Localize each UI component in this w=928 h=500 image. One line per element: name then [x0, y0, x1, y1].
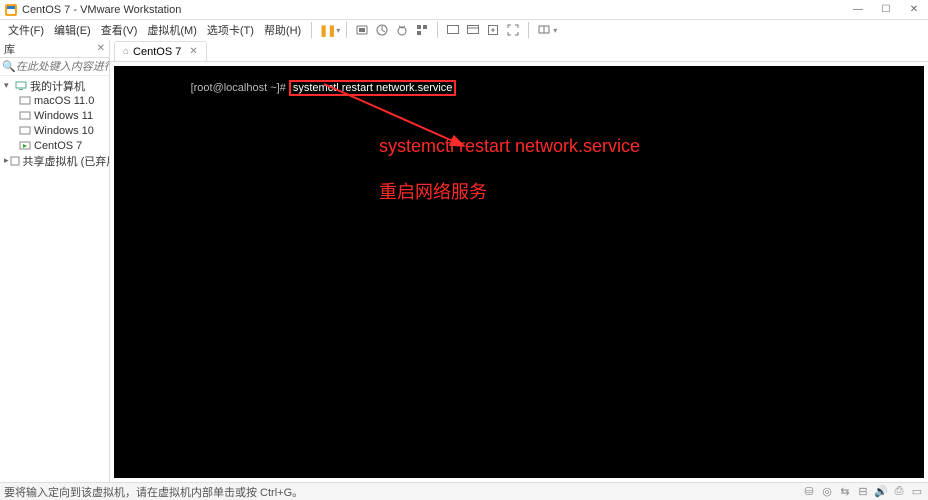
- menu-bar: 文件(F) 编辑(E) 查看(V) 虚拟机(M) 选项卡(T) 帮助(H) ❚❚…: [0, 20, 928, 40]
- terminal-line: [root@localhost ~]# systemctl restart ne…: [160, 70, 456, 106]
- status-icons: ⛁ ◎ ⇆ ⊟ 🔊 ⎙ ▭: [802, 485, 924, 498]
- title-bar: CentOS 7 - VMware Workstation ― ☐ ✕: [0, 0, 928, 20]
- device-cd-icon[interactable]: ◎: [820, 485, 834, 498]
- vm-icon: [18, 125, 32, 137]
- status-bar: 要将输入定向到该虚拟机，请在虚拟机内部单击或按 Ctrl+G。 ⛁ ◎ ⇆ ⊟ …: [0, 482, 928, 500]
- sidebar-tree: ▾ 我的计算机 macOS 11.0 Windows 11 Windows 10…: [0, 76, 109, 170]
- toolbar-separator: [528, 22, 529, 38]
- dropdown-icon[interactable]: ▾: [553, 26, 557, 35]
- status-text: 要将输入定向到该虚拟机，请在虚拟机内部单击或按 Ctrl+G。: [4, 484, 303, 500]
- tree-node-my-computer[interactable]: ▾ 我的计算机: [0, 78, 109, 93]
- tree-label: CentOS 7: [34, 140, 82, 152]
- device-printer-icon[interactable]: ⎙: [892, 485, 906, 498]
- menu-file[interactable]: 文件(F): [4, 20, 48, 40]
- sidebar-title: 库: [4, 41, 15, 57]
- home-icon: ⌂: [123, 46, 129, 57]
- tree-label: Windows 11: [34, 110, 93, 122]
- device-disk-icon[interactable]: ⛁: [802, 485, 816, 498]
- device-usb-icon[interactable]: ⊟: [856, 485, 870, 498]
- device-network-icon[interactable]: ⇆: [838, 485, 852, 498]
- dropdown-icon[interactable]: ▾: [336, 26, 340, 35]
- main-area: 库 ✕ 🔍 ▾ ▾ 我的计算机 macOS 11.0 Windows 11: [0, 40, 928, 482]
- send-ctrl-alt-del-icon[interactable]: [353, 21, 371, 39]
- stretch-icon[interactable]: [484, 21, 502, 39]
- terminal-container: [root@localhost ~]# systemctl restart ne…: [110, 62, 928, 482]
- tree-node-vm[interactable]: Windows 10: [0, 123, 109, 138]
- tab-centos7[interactable]: ⌂ CentOS 7 ✕: [114, 41, 207, 61]
- tree-label: Windows 10: [34, 125, 94, 137]
- content-area: ⌂ CentOS 7 ✕ [root@localhost ~]# systemc…: [110, 40, 928, 482]
- toolbar-separator: [346, 22, 347, 38]
- sidebar-close-icon[interactable]: ✕: [97, 43, 105, 54]
- menu-tabs[interactable]: 选项卡(T): [203, 20, 258, 40]
- device-display-icon[interactable]: ▭: [910, 485, 924, 498]
- computer-icon: [14, 80, 28, 92]
- vm-running-icon: [18, 140, 32, 152]
- tree-label: 共享虚拟机 (已弃用): [23, 153, 109, 169]
- tree-node-vm[interactable]: CentOS 7: [0, 138, 109, 153]
- terminal[interactable]: [root@localhost ~]# systemctl restart ne…: [114, 66, 924, 478]
- shared-icon: [9, 155, 21, 167]
- tree-label: macOS 11.0: [34, 95, 94, 107]
- tree-node-vm[interactable]: Windows 11: [0, 108, 109, 123]
- expand-icon[interactable]: ▾: [4, 80, 14, 91]
- annotation-text-1: systemctl restart network.service: [379, 136, 640, 157]
- unity-icon[interactable]: [464, 21, 482, 39]
- terminal-prompt: [root@localhost ~]#: [191, 82, 286, 94]
- search-icon: 🔍: [2, 60, 16, 73]
- thumbnail-icon[interactable]: [535, 21, 553, 39]
- vm-icon: [18, 110, 32, 122]
- vm-icon: [18, 95, 32, 107]
- toolbar-separator: [437, 22, 438, 38]
- minimize-button[interactable]: ―: [844, 0, 872, 20]
- maximize-button[interactable]: ☐: [872, 0, 900, 20]
- tree-node-shared[interactable]: ▸ 共享虚拟机 (已弃用): [0, 153, 109, 168]
- device-sound-icon[interactable]: 🔊: [874, 485, 888, 498]
- console-view-icon[interactable]: [444, 21, 462, 39]
- sidebar-search: 🔍 ▾: [0, 58, 109, 76]
- menu-view[interactable]: 查看(V): [97, 20, 142, 40]
- pause-icon[interactable]: ❚❚: [318, 21, 336, 39]
- toolbar-separator: [311, 22, 312, 38]
- tree-node-vm[interactable]: macOS 11.0: [0, 93, 109, 108]
- fullscreen-icon[interactable]: [504, 21, 522, 39]
- menu-edit[interactable]: 编辑(E): [50, 20, 95, 40]
- sidebar-header: 库 ✕: [0, 40, 109, 58]
- window-title: CentOS 7 - VMware Workstation: [22, 4, 844, 16]
- tab-label: CentOS 7: [133, 46, 181, 58]
- close-button[interactable]: ✕: [900, 0, 928, 20]
- menu-help[interactable]: 帮助(H): [260, 20, 305, 40]
- sidebar: 库 ✕ 🔍 ▾ ▾ 我的计算机 macOS 11.0 Windows 11: [0, 40, 110, 482]
- menu-vm[interactable]: 虚拟机(M): [143, 20, 201, 40]
- tab-strip: ⌂ CentOS 7 ✕: [110, 40, 928, 62]
- manage-icon[interactable]: [413, 21, 431, 39]
- tab-close-icon[interactable]: ✕: [189, 46, 197, 57]
- app-icon: [4, 3, 18, 17]
- annotation-text-2: 重启网络服务: [379, 178, 487, 204]
- terminal-command: systemctl restart network.service: [289, 80, 457, 96]
- tree-label: 我的计算机: [30, 78, 85, 94]
- snapshot-icon[interactable]: [373, 21, 391, 39]
- snapshot-manager-icon[interactable]: [393, 21, 411, 39]
